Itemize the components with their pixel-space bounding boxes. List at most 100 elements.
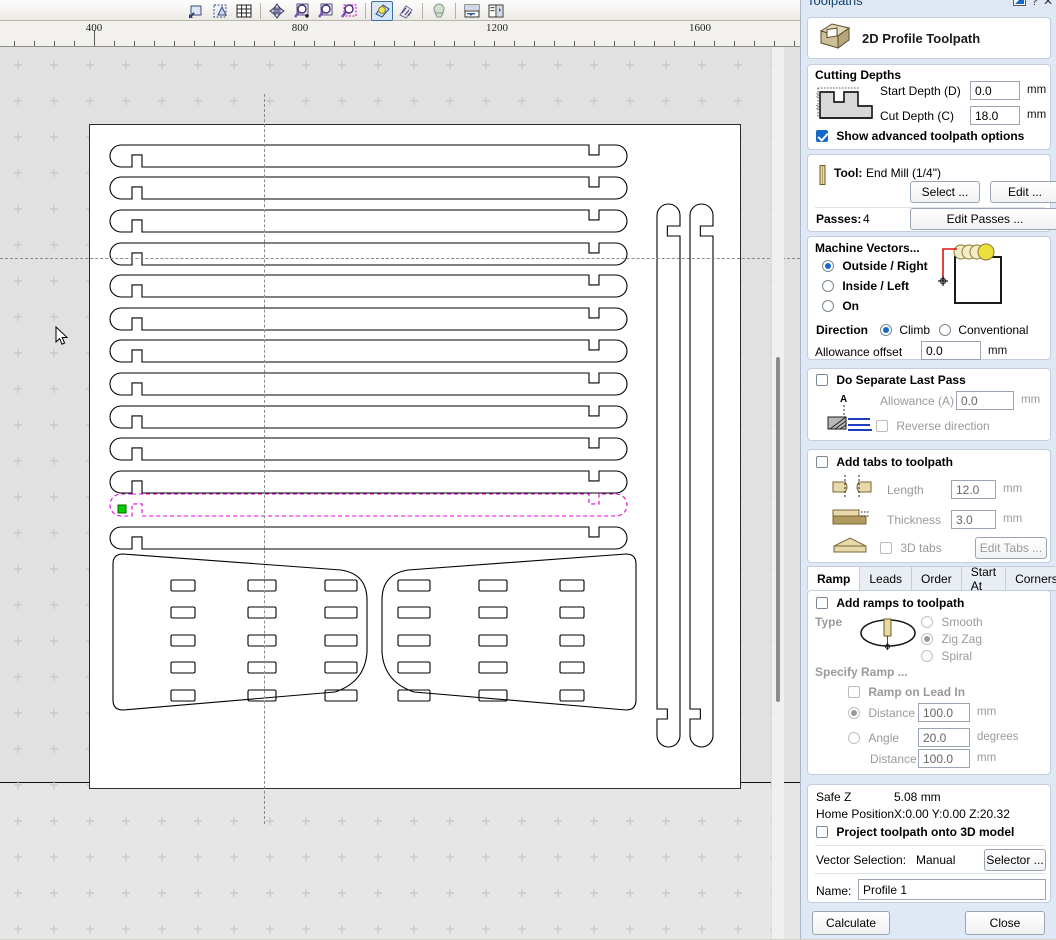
ramp-on-lead-in-row[interactable]: Ramp on Lead In: [848, 685, 965, 699]
panel-slot-vector[interactable]: [324, 661, 358, 674]
slat-vector[interactable]: [109, 372, 628, 396]
slat-vector[interactable]: [109, 339, 628, 363]
tab-leads[interactable]: Leads: [859, 566, 913, 591]
slat-vector[interactable]: [109, 405, 628, 429]
do-separate-last-pass-row[interactable]: Do Separate Last Pass: [816, 373, 966, 387]
ramp-distance-row[interactable]: Distance: [848, 706, 915, 720]
on-radio[interactable]: [822, 300, 834, 312]
split-view-vertical-icon[interactable]: [485, 1, 507, 21]
tool-select-button[interactable]: Select ...: [910, 181, 980, 203]
start-node-marker[interactable]: [117, 504, 127, 514]
cad-canvas[interactable]: [0, 47, 800, 939]
panel-slot-vector[interactable]: [559, 661, 585, 674]
conventional-radio[interactable]: [939, 324, 951, 336]
tool-edit-button[interactable]: Edit ...: [990, 181, 1056, 203]
project-toolpath-row[interactable]: Project toolpath onto 3D model: [816, 825, 1014, 839]
panel-slot-vector[interactable]: [170, 661, 196, 674]
climb-radio[interactable]: [880, 324, 892, 336]
vertical-slat-vector[interactable]: [689, 203, 714, 748]
ramp-distance-radio[interactable]: [848, 707, 860, 719]
ramp-angle-radio[interactable]: [848, 732, 860, 744]
close-button[interactable]: Close: [965, 911, 1045, 935]
canvas-vertical-scrollbar[interactable]: [771, 47, 784, 939]
reverse-direction-row[interactable]: Reverse direction: [876, 419, 990, 433]
toggle-grid-icon[interactable]: [233, 1, 255, 21]
panel-slot-vector[interactable]: [324, 689, 358, 702]
cut-depth-input[interactable]: [970, 106, 1020, 125]
panel-slot-vector[interactable]: [559, 634, 585, 647]
panel-slot-vector[interactable]: [478, 606, 508, 619]
slat-vector[interactable]: [109, 209, 628, 233]
machine-vector-option-outside[interactable]: Outside / Right: [822, 259, 928, 273]
ramp-type-zigzag[interactable]: Zig Zag: [921, 632, 982, 646]
tab-thickness-input[interactable]: [951, 510, 996, 529]
zoom-extents-icon[interactable]: [266, 1, 288, 21]
start-depth-input[interactable]: [970, 81, 1020, 100]
slat-vector[interactable]: [109, 307, 628, 331]
toggle-toolpath-preview-icon[interactable]: [371, 0, 393, 21]
last-pass-allowance-input[interactable]: [956, 391, 1014, 410]
panel-slot-vector[interactable]: [559, 689, 585, 702]
ramp-spiral-radio[interactable]: [921, 650, 933, 662]
help-icon[interactable]: ?: [1031, 0, 1038, 8]
ramp-zigzag-radio[interactable]: [921, 633, 933, 645]
toolpath-option-tabs[interactable]: Ramp Leads Order Start At Corners: [807, 565, 1056, 593]
panel-slot-vector[interactable]: [478, 579, 508, 592]
ramp-type-spiral[interactable]: Spiral: [921, 649, 972, 663]
slat-vector[interactable]: [109, 176, 628, 200]
panel-slot-vector[interactable]: [397, 634, 431, 647]
direction-option-conventional[interactable]: Conventional: [939, 323, 1028, 337]
zoom-in-icon[interactable]: [290, 1, 312, 21]
vertical-slat-vector[interactable]: [656, 203, 681, 748]
ramp-distance-input[interactable]: [918, 703, 970, 722]
panel-slot-vector[interactable]: [324, 579, 358, 592]
toggle-toolpath-icon[interactable]: [395, 1, 417, 21]
machine-vector-option-on[interactable]: On: [822, 299, 859, 313]
inside-left-radio[interactable]: [822, 280, 834, 292]
ramp-on-lead-in-checkbox[interactable]: [848, 686, 860, 698]
add-ramps-row[interactable]: Add ramps to toolpath: [816, 596, 964, 610]
tab-corners[interactable]: Corners: [1005, 566, 1056, 591]
tab-start-at[interactable]: Start At: [960, 565, 1007, 593]
ramp-angle-input[interactable]: [918, 728, 970, 747]
panel-slot-vector[interactable]: [397, 579, 431, 592]
panel-slot-vector[interactable]: [478, 661, 508, 674]
panel-slot-vector[interactable]: [559, 606, 585, 619]
zoom-out-icon[interactable]: [314, 1, 336, 21]
reverse-direction-checkbox[interactable]: [876, 420, 888, 432]
vector-geometry[interactable]: [0, 47, 800, 939]
outside-right-radio[interactable]: [822, 260, 834, 272]
side-panel-vector[interactable]: [112, 553, 368, 711]
show-advanced-options-checkbox[interactable]: [816, 130, 828, 142]
panel-slot-vector[interactable]: [397, 606, 431, 619]
add-tabs-checkbox[interactable]: [816, 456, 828, 468]
slat-vector[interactable]: [109, 470, 628, 494]
machine-vector-option-inside[interactable]: Inside / Left: [822, 279, 909, 293]
panel-slot-vector[interactable]: [247, 579, 277, 592]
preview-3d-icon[interactable]: [428, 1, 450, 21]
edit-passes-button[interactable]: Edit Passes ...: [910, 208, 1056, 230]
tab-length-input[interactable]: [951, 480, 996, 499]
panel-slot-vector[interactable]: [324, 606, 358, 619]
panel-slot-vector[interactable]: [397, 661, 431, 674]
split-view-horizontal-icon[interactable]: [461, 1, 483, 21]
panel-slot-vector[interactable]: [170, 634, 196, 647]
add-ramps-checkbox[interactable]: [816, 597, 828, 609]
edit-tabs-button[interactable]: Edit Tabs ...: [975, 537, 1047, 559]
panel-slot-vector[interactable]: [170, 579, 196, 592]
scrollbar-thumb[interactable]: [776, 357, 780, 702]
slat-vector[interactable]: [109, 242, 628, 266]
direction-option-climb[interactable]: Climb: [880, 323, 930, 337]
panel-slot-vector[interactable]: [170, 689, 196, 702]
pin-icon[interactable]: [1013, 0, 1027, 9]
ramp-type-smooth[interactable]: Smooth: [921, 615, 983, 629]
panel-slot-vector[interactable]: [324, 634, 358, 647]
3d-tabs-row[interactable]: 3D tabs: [880, 541, 942, 555]
selector-button[interactable]: Selector ...: [984, 849, 1046, 871]
slat-vector[interactable]: [109, 437, 628, 461]
ramp-smooth-radio[interactable]: [921, 616, 933, 628]
panel-slot-vector[interactable]: [247, 606, 277, 619]
ramp-distance2-input[interactable]: [918, 749, 970, 768]
tab-order[interactable]: Order: [911, 566, 962, 591]
panel-slot-vector[interactable]: [247, 661, 277, 674]
